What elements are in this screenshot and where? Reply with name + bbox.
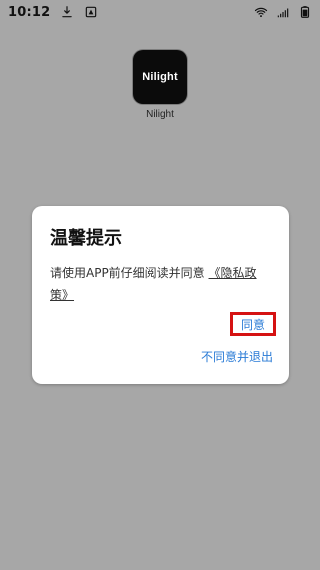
status-time: 10:12 (8, 4, 51, 20)
app-icon-label: Nilight (142, 71, 178, 83)
status-right (254, 5, 320, 19)
alert-icon (84, 5, 98, 19)
dialog-title: 温馨提示 (50, 228, 122, 249)
download-icon (60, 5, 74, 19)
signal-icon (276, 5, 290, 19)
app-icon[interactable]: Nilight (133, 50, 187, 104)
wifi-icon (254, 5, 268, 19)
status-bar: 10:12 (0, 0, 320, 24)
battery-icon (298, 5, 312, 19)
disagree-exit-button[interactable]: 不同意并退出 (201, 348, 273, 365)
dialog-message: 请使用APP前仔细阅读并同意 《隐私政策》 (50, 262, 270, 306)
status-left: 10:12 (0, 5, 98, 20)
agree-button[interactable]: 同意 (230, 312, 276, 336)
bottom-safe-area (0, 552, 320, 570)
app-name: Nilight (146, 109, 174, 120)
dialog-message-prefix: 请使用APP前仔细阅读并同意 (50, 266, 205, 280)
privacy-dialog: 温馨提示 请使用APP前仔细阅读并同意 《隐私政策》 同意 不同意并退出 (32, 206, 289, 384)
